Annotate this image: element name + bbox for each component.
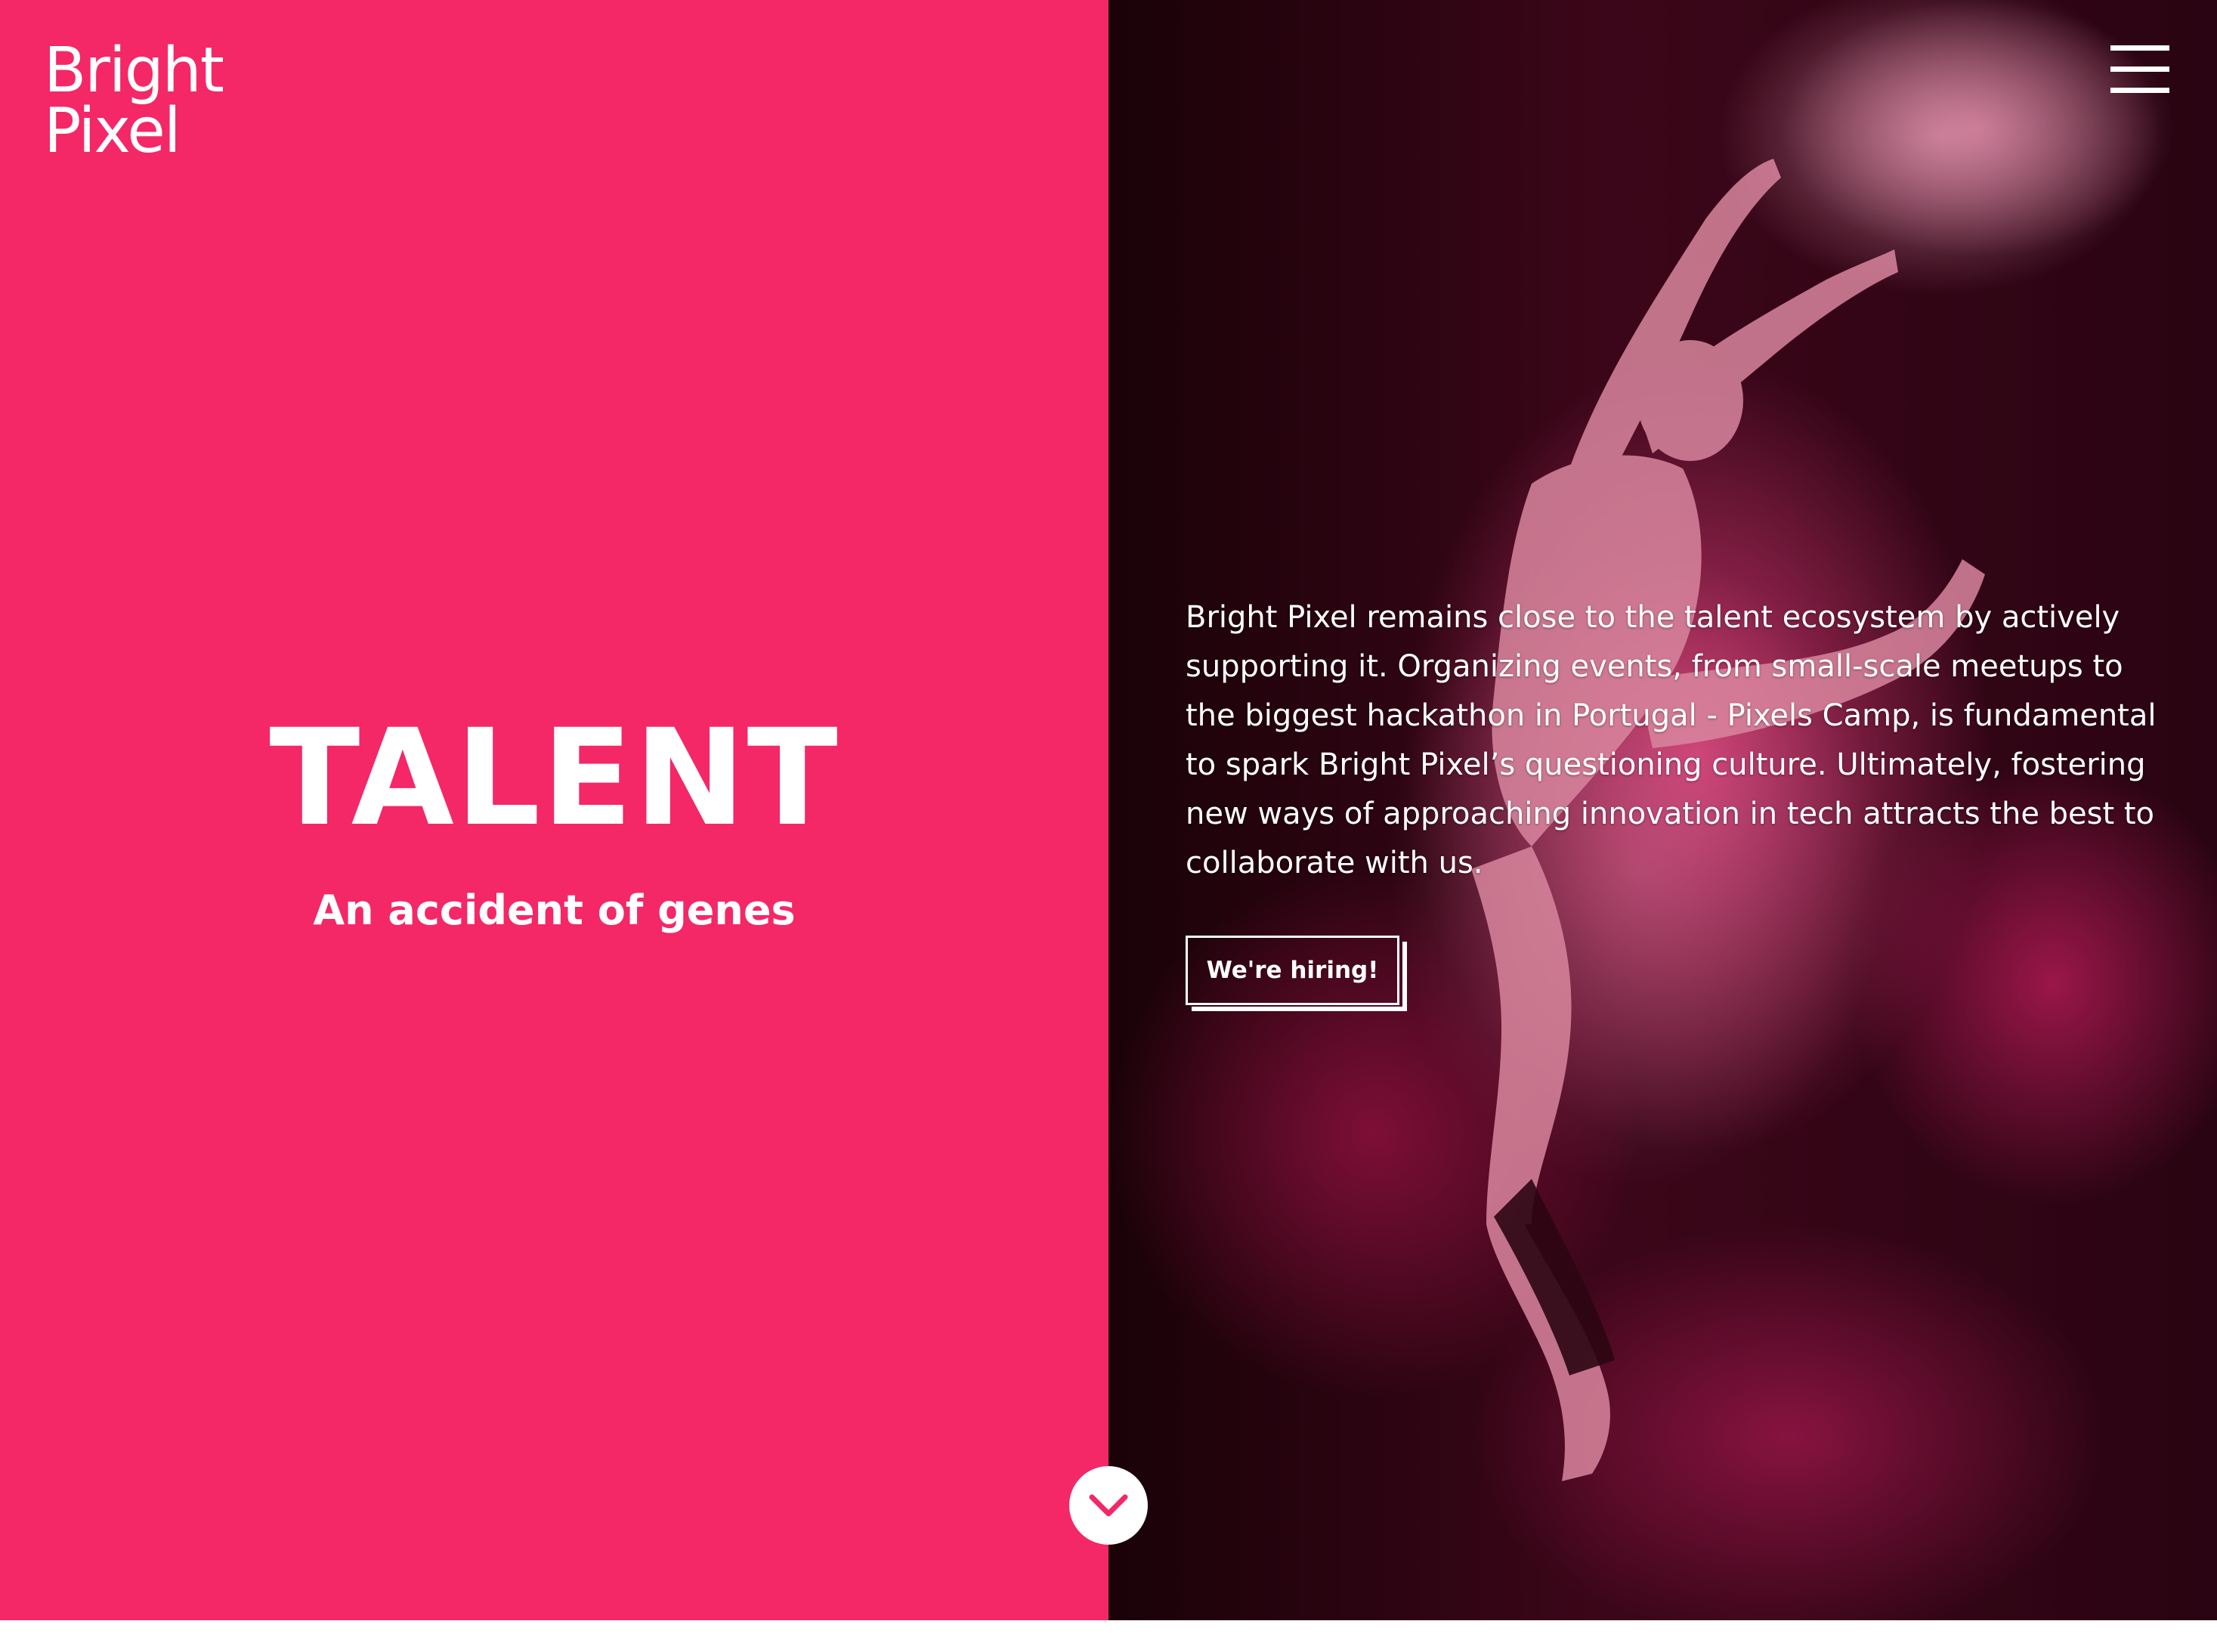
hero-subtitle: An accident of genes (313, 886, 796, 934)
chevron-down-icon (1089, 1494, 1128, 1517)
talent-description: Bright Pixel remains close to the talent… (1186, 600, 2157, 880)
page: Bright Pixel TALENT An accident of genes… (0, 0, 2217, 1652)
hiring-button[interactable]: We're hiring! (1186, 936, 1399, 1005)
logo-line-1: Bright (44, 35, 224, 107)
scroll-down-button[interactable] (1069, 1466, 1148, 1545)
menu-bar-bottom (2110, 88, 2169, 93)
menu-bar-middle (2110, 67, 2169, 72)
bottom-strip (0, 1620, 2217, 1652)
logo-line-2: Pixel (44, 95, 181, 167)
hero-title: TALENT (269, 701, 839, 855)
hiring-button-wrap: We're hiring! (1186, 936, 1407, 1011)
bright-pixel-logo[interactable]: Bright Pixel (44, 35, 224, 167)
menu-bar-top (2110, 45, 2169, 51)
hamburger-menu-icon[interactable] (2110, 45, 2169, 94)
